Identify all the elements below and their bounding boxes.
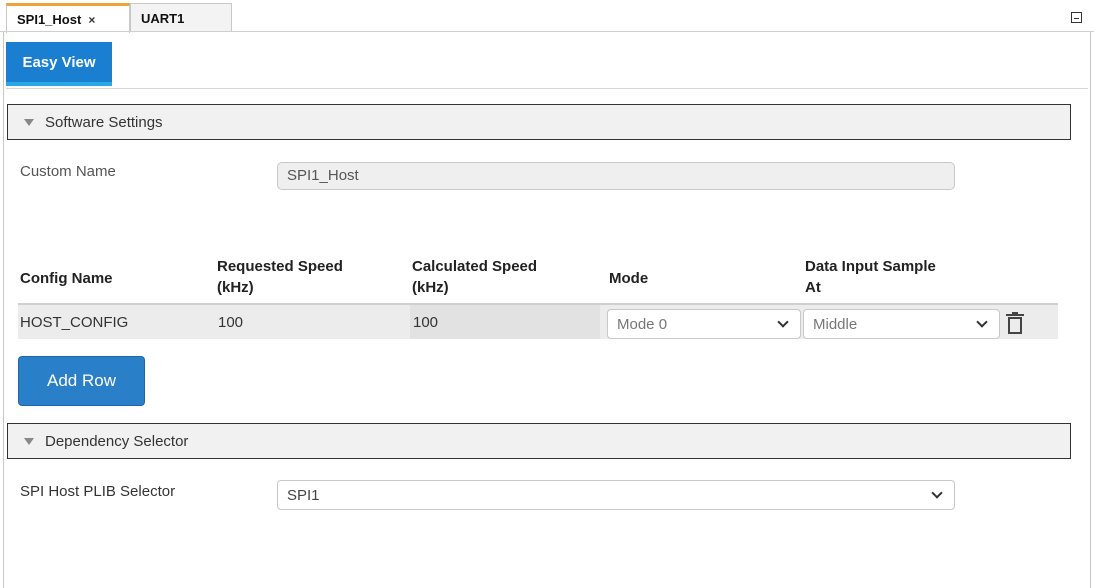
mode-select[interactable]: Mode 0 (607, 309, 801, 339)
header-line: Calculated Speed (412, 258, 538, 275)
tab-uart1[interactable]: UART1 (130, 3, 232, 32)
dependency-selector-header[interactable]: Dependency Selector (7, 423, 1071, 459)
header-line: Data Input Sample (805, 258, 936, 275)
chevron-down-icon (931, 486, 943, 499)
caret-down-icon (24, 437, 34, 445)
software-settings-header[interactable]: Software Settings (7, 104, 1071, 140)
data-input-sample-select[interactable]: Middle (803, 309, 1000, 339)
mode-select-value: Mode 0 (617, 315, 668, 333)
header-line: (kHz) (217, 279, 254, 296)
header-line: At (805, 279, 821, 296)
add-row-button[interactable]: Add Row (18, 356, 145, 406)
chevron-down-icon (976, 315, 988, 328)
tab-label: UART1 (141, 10, 185, 26)
custom-name-field[interactable]: SPI1_Host (277, 162, 955, 190)
data-input-sample-value: Middle (813, 315, 858, 333)
header-line: (kHz) (412, 279, 449, 296)
close-icon[interactable]: × (88, 13, 95, 27)
calculated-speed-cell-bg (410, 305, 600, 339)
minimize-icon[interactable] (1071, 12, 1082, 23)
config-name-cell[interactable]: HOST_CONFIG (20, 314, 128, 331)
requested-speed-cell[interactable]: 100 (218, 314, 243, 331)
column-header-requested-speed: Requested Speed (kHz) (217, 256, 343, 298)
plib-selector-value: SPI1 (287, 486, 320, 504)
view-tab-bar: Easy View (6, 38, 1088, 89)
column-header-calculated-speed: Calculated Speed (kHz) (412, 256, 537, 298)
plib-selector-select[interactable]: SPI1 (277, 480, 955, 510)
chevron-down-icon (777, 315, 789, 328)
tab-spi1-host[interactable]: SPI1_Host × (6, 3, 130, 33)
editor-tab-bar: SPI1_Host × UART1 (0, 0, 1094, 33)
column-header-data-input-sample: Data Input Sample At (805, 256, 936, 298)
section-title: Software Settings (45, 113, 163, 131)
caret-down-icon (24, 118, 34, 126)
column-header-config-name: Config Name (20, 270, 113, 287)
plib-selector-label: SPI Host PLIB Selector (20, 483, 176, 500)
tab-easy-view[interactable]: Easy View (6, 42, 112, 86)
column-header-mode: Mode (609, 270, 649, 287)
trash-icon[interactable] (1006, 312, 1024, 334)
header-line: Requested Speed (217, 258, 343, 275)
calculated-speed-cell: 100 (413, 314, 439, 331)
section-title: Dependency Selector (45, 432, 189, 450)
tab-label: SPI1_Host (17, 12, 82, 27)
custom-name-label: Custom Name (20, 163, 116, 180)
